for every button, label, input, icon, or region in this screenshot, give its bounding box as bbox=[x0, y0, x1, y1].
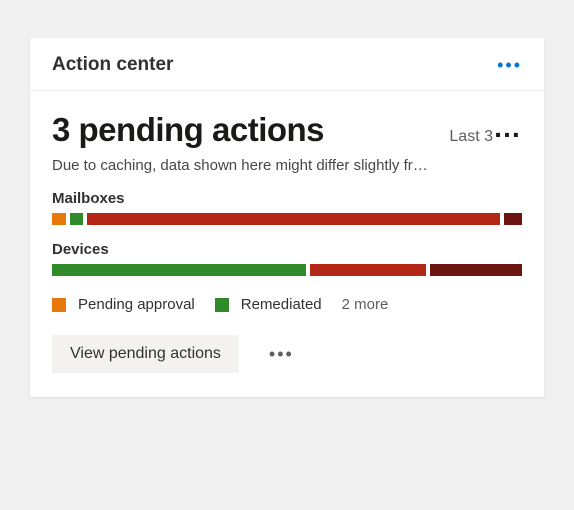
section-devices-label: Devices bbox=[52, 241, 522, 258]
bar-segment bbox=[52, 264, 306, 276]
card-title: Action center bbox=[52, 54, 173, 76]
view-pending-actions-button[interactable]: View pending actions bbox=[52, 335, 239, 373]
legend: Pending approval Remediated 2 more bbox=[52, 296, 522, 313]
bar-segment bbox=[310, 264, 426, 276]
legend-label-pending: Pending approval bbox=[78, 296, 195, 313]
headline-row: 3 pending actions Last 3… bbox=[52, 111, 522, 149]
bar-segment bbox=[430, 264, 522, 276]
timeframe-label: Last 3 bbox=[449, 128, 493, 145]
card-body: 3 pending actions Last 3… Due to caching… bbox=[30, 91, 544, 397]
legend-label-remediated: Remediated bbox=[241, 296, 322, 313]
action-center-card: Action center ••• 3 pending actions Last… bbox=[30, 38, 544, 397]
pending-actions-headline: 3 pending actions bbox=[52, 111, 324, 149]
bar-devices bbox=[52, 264, 522, 276]
timeframe-wrap: Last 3… bbox=[449, 128, 522, 146]
bar-segment bbox=[504, 213, 522, 225]
legend-more[interactable]: 2 more bbox=[342, 296, 389, 313]
bar-segment bbox=[70, 213, 84, 225]
section-mailboxes-label: Mailboxes bbox=[52, 190, 522, 207]
card-header: Action center ••• bbox=[30, 38, 544, 91]
ellipsis-icon: … bbox=[493, 112, 522, 143]
bar-segment bbox=[52, 213, 66, 225]
actions-more-icon[interactable]: ••• bbox=[269, 344, 294, 365]
legend-swatch-pending bbox=[52, 298, 66, 312]
legend-swatch-remediated bbox=[215, 298, 229, 312]
bar-segment bbox=[87, 213, 499, 225]
bar-mailboxes bbox=[52, 213, 522, 225]
actions-row: View pending actions ••• bbox=[52, 335, 522, 373]
caching-subtext: Due to caching, data shown here might di… bbox=[52, 157, 522, 174]
card-menu-icon[interactable]: ••• bbox=[497, 56, 522, 74]
